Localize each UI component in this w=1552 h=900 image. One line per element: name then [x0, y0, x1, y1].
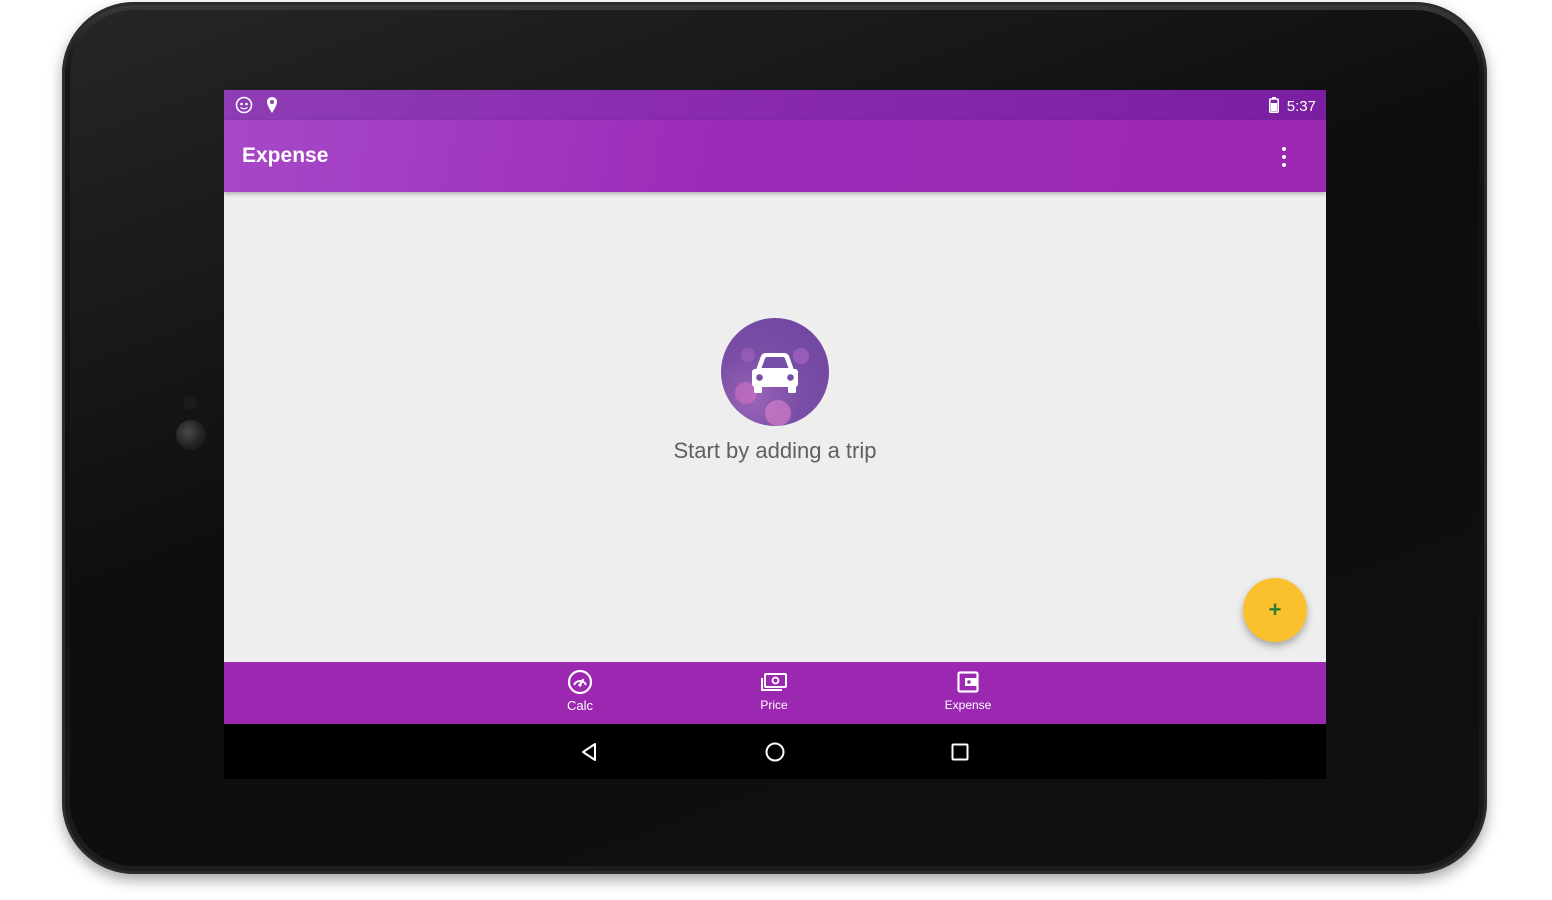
bottom-navigation: Calc Price Expense: [224, 662, 1326, 724]
money-icon: [714, 668, 834, 696]
app-bar: Expense: [224, 120, 1326, 192]
add-icon: +: [1268, 597, 1282, 622]
nav-label-price: Price: [760, 698, 788, 712]
empty-state: Start by adding a trip: [224, 318, 1326, 464]
add-trip-button[interactable]: +: [1243, 578, 1307, 642]
back-icon[interactable]: [576, 738, 604, 766]
more-vert-icon[interactable]: [1272, 144, 1296, 170]
page-title: Expense: [242, 144, 329, 167]
empty-state-message: Start by adding a trip: [673, 438, 877, 463]
location-pin-icon: [266, 96, 278, 117]
status-bar: 5:37: [224, 90, 1326, 120]
nav-label-calc: Calc: [566, 698, 593, 713]
nav-label-expense: Expense: [944, 698, 992, 712]
status-right-icons: 5:37: [1268, 97, 1316, 116]
front-camera: [176, 420, 206, 450]
device-screen: 5:37 Expense Start by adding a trip + Ca…: [224, 90, 1326, 779]
nav-item-calc[interactable]: Calc: [520, 668, 640, 713]
status-time: 5:37: [1286, 98, 1316, 115]
nav-item-expense[interactable]: Expense: [908, 668, 1028, 712]
status-left-icons: [234, 96, 278, 117]
home-icon[interactable]: [761, 738, 789, 766]
recents-icon[interactable]: [946, 738, 974, 766]
nav-item-price[interactable]: Price: [714, 668, 834, 712]
system-navigation-bar: [224, 724, 1326, 779]
speedometer-icon: [520, 668, 640, 696]
android-debug-icon: [234, 96, 254, 117]
sensor: [183, 396, 197, 410]
wallet-icon: [908, 668, 1028, 696]
battery-icon: [1268, 97, 1279, 116]
car-icon: [721, 318, 829, 426]
